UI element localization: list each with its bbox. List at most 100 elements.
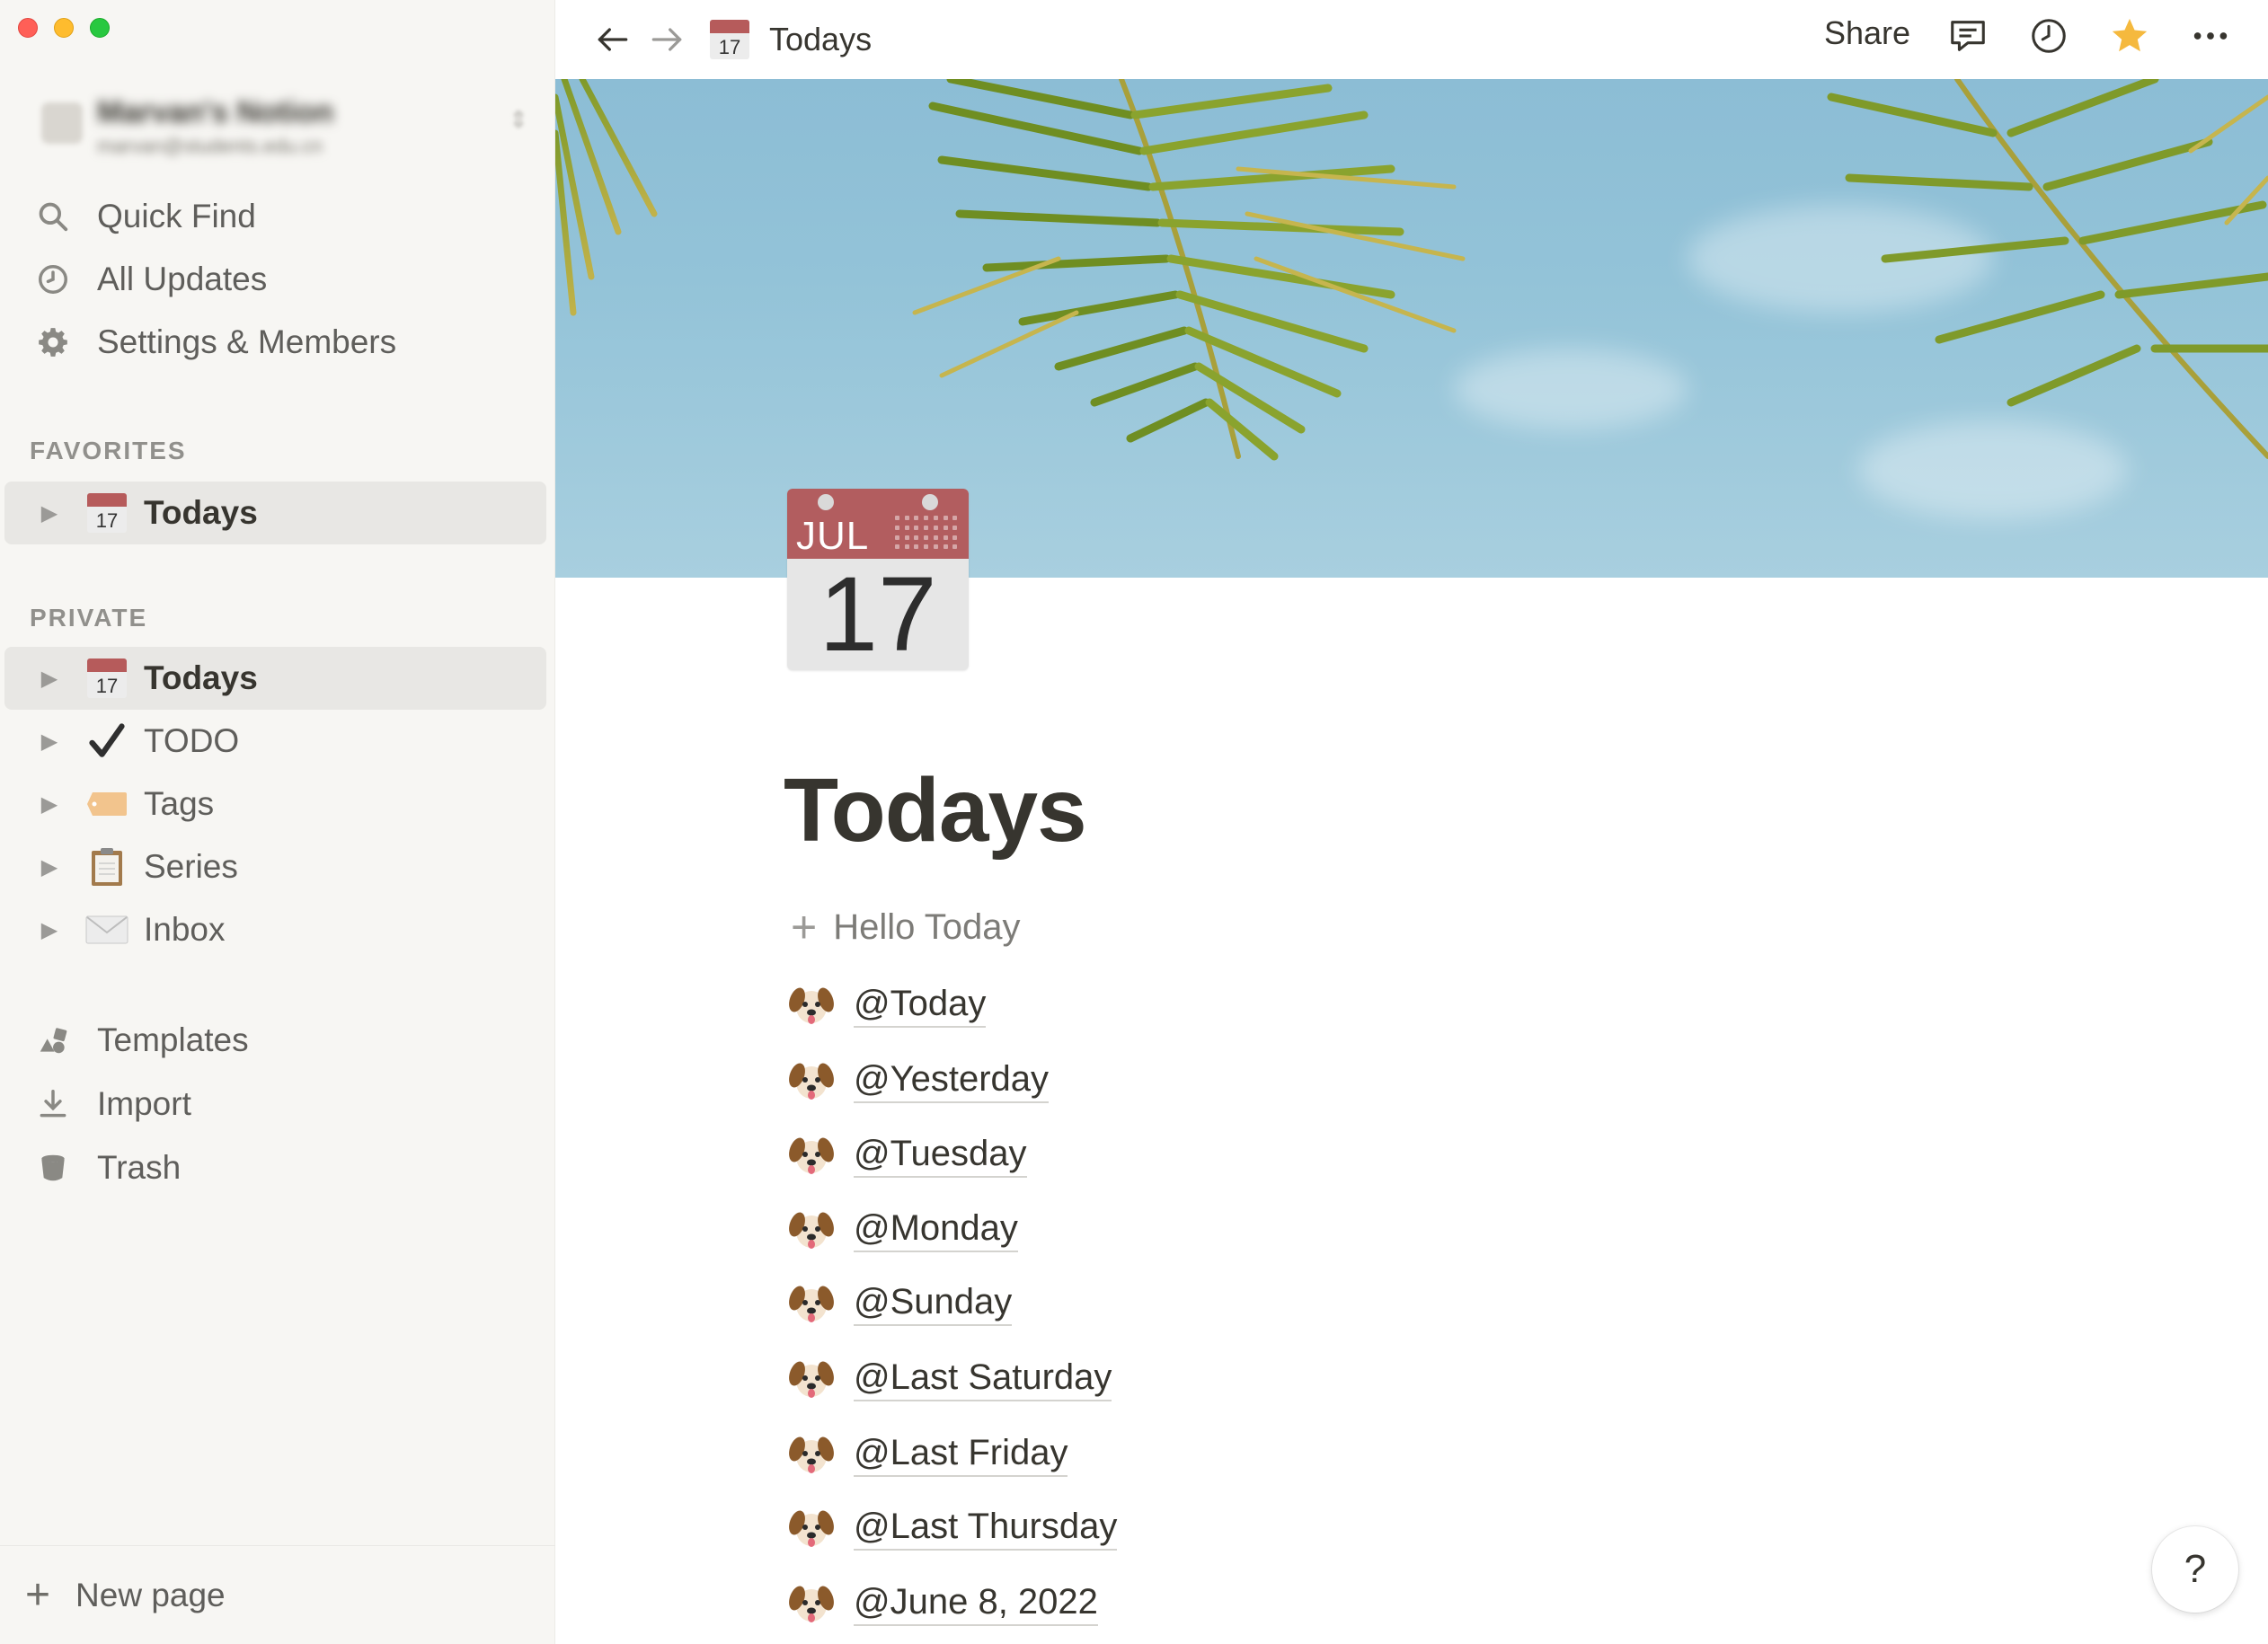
help-button[interactable]: ?: [2152, 1526, 2238, 1613]
sidebar-item-quick-find[interactable]: Quick Find: [0, 190, 555, 243]
close-window-button[interactable]: [18, 18, 38, 38]
sidebar-item-label: All Updates: [97, 261, 268, 297]
mention-row: @Last Thursday: [787, 1500, 1118, 1554]
sidebar-page-label: Inbox: [144, 911, 226, 948]
share-button[interactable]: Share: [1824, 14, 1910, 52]
plus-icon: +: [25, 1571, 51, 1619]
dog-face-icon: [789, 1436, 834, 1473]
new-page-label: New page: [75, 1576, 226, 1613]
expand-triangle-icon[interactable]: ▶: [27, 917, 72, 943]
clock-icon: [2032, 19, 2066, 53]
expand-triangle-icon[interactable]: ▶: [27, 791, 72, 818]
arrow-right-icon: [651, 28, 682, 51]
template-button[interactable]: + Hello Today: [791, 901, 1020, 953]
sidebar-item-label: Import: [97, 1085, 191, 1122]
page-mention-link[interactable]: @Last Friday: [854, 1430, 1068, 1477]
breadcrumb[interactable]: 17 Todays: [710, 13, 872, 66]
page-mention-link[interactable]: @June 8, 2022: [854, 1579, 1098, 1626]
sidebar-page-label: TODO: [144, 722, 240, 759]
sidebar-page-label: Todays: [144, 494, 258, 531]
star-icon: [2112, 18, 2148, 52]
workspace-switcher[interactable]: Marvan's Notion marvan@students.edu.cn ⇕: [32, 90, 536, 162]
back-button[interactable]: [586, 13, 640, 66]
private-section-label[interactable]: PRIVATE: [30, 604, 147, 632]
dog-face-icon: [789, 987, 834, 1024]
page-mention-link[interactable]: @Today: [854, 981, 987, 1028]
sidebar-page-label: Todays: [144, 659, 258, 696]
sidebar-item-all-updates[interactable]: All Updates: [0, 252, 555, 306]
window-controls: [18, 18, 110, 38]
dog-face-icon: [789, 1286, 834, 1322]
sidebar-item-label: Settings & Members: [97, 323, 397, 360]
ellipsis-icon: [2193, 32, 2228, 40]
page-mention-link[interactable]: @Monday: [854, 1206, 1018, 1252]
page-icon-calendar[interactable]: JUL 17: [787, 489, 969, 670]
expand-triangle-icon[interactable]: ▶: [27, 666, 72, 692]
expand-triangle-icon[interactable]: ▶: [27, 500, 72, 526]
sidebar-item-import[interactable]: Import: [0, 1077, 555, 1131]
sidebar-item-label: Trash: [97, 1149, 182, 1186]
sidebar-item-label: Quick Find: [97, 198, 256, 234]
mention-row: @Last Saturday: [787, 1351, 1112, 1405]
expand-triangle-icon[interactable]: ▶: [27, 854, 72, 880]
page-mention-link[interactable]: @Last Saturday: [854, 1355, 1112, 1401]
page-title[interactable]: Todays: [784, 759, 1087, 862]
sidebar-page-label: Tags: [144, 785, 215, 822]
calendar-day: 17: [819, 555, 937, 670]
forward-button[interactable]: [640, 13, 694, 66]
page-mention-link[interactable]: @Yesterday: [854, 1056, 1050, 1103]
workspace-email: marvan@students.edu.cn: [97, 135, 323, 157]
sidebar-item-trash[interactable]: Trash: [0, 1141, 555, 1195]
envelope-icon: [84, 907, 129, 952]
clipboard-icon: [84, 844, 129, 889]
topbar: 17 Todays Share: [555, 0, 2268, 79]
sidebar-item-label: Templates: [97, 1021, 249, 1058]
zoom-window-button[interactable]: [90, 18, 110, 38]
favorites-section-label[interactable]: FAVORITES: [30, 437, 187, 465]
new-page-button[interactable]: + New page: [0, 1545, 555, 1644]
mention-row: @Today: [787, 977, 987, 1031]
page-mention-link[interactable]: @Last Thursday: [854, 1504, 1118, 1551]
minimize-window-button[interactable]: [54, 18, 74, 38]
sidebar-page-series[interactable]: ▶ Series: [4, 835, 546, 898]
workspace-avatar: [41, 102, 83, 144]
dog-face-icon: [789, 1510, 834, 1547]
chevron-updown-icon: ⇕: [509, 106, 528, 133]
sidebar-page-inbox[interactable]: ▶ Inbox: [4, 898, 546, 961]
calendar-icon: 17: [710, 20, 749, 59]
sidebar-page-todo[interactable]: ▶ TODO: [4, 710, 546, 773]
mention-row: @Tuesday: [787, 1127, 1027, 1181]
search-icon: [34, 198, 72, 235]
gear-icon: [34, 323, 72, 361]
workspace-name: Marvan's Notion: [97, 95, 334, 129]
breadcrumb-page-title: Todays: [769, 21, 873, 57]
mention-row: @Monday: [787, 1202, 1018, 1256]
mention-row: @June 8, 2022: [787, 1576, 1098, 1630]
page-mention-link[interactable]: @Tuesday: [854, 1131, 1027, 1178]
sidebar-item-settings[interactable]: Settings & Members: [0, 315, 555, 369]
mention-row: @Yesterday: [787, 1053, 1050, 1107]
sidebar-page-todays[interactable]: ▶ 17 Todays: [4, 647, 546, 710]
arrow-left-icon: [598, 28, 628, 51]
favorite-button[interactable]: [2104, 11, 2155, 61]
comments-button[interactable]: [1943, 11, 1993, 61]
dog-face-icon: [789, 1586, 834, 1622]
sidebar-page-tags[interactable]: ▶ Tags: [4, 773, 546, 835]
more-options-button[interactable]: [2185, 11, 2236, 61]
page-mention-link[interactable]: @Sunday: [854, 1279, 1013, 1326]
calendar-mini-grid: [895, 516, 960, 552]
trash-icon: [34, 1149, 72, 1187]
sidebar-item-templates[interactable]: Templates: [0, 1013, 555, 1067]
tag-icon: [84, 782, 129, 826]
dog-face-icon: [789, 1063, 834, 1100]
updates-button[interactable]: [2024, 11, 2074, 61]
calendar-icon: 17: [84, 491, 129, 535]
sidebar-page-todays-favorite[interactable]: ▶ 17 Todays: [4, 482, 546, 544]
mention-row: @Sunday: [787, 1276, 1013, 1330]
comment-icon: [1951, 21, 1985, 51]
expand-triangle-icon[interactable]: ▶: [27, 729, 72, 755]
dog-face-icon: [789, 1137, 834, 1174]
sidebar-page-label: Series: [144, 848, 238, 885]
plus-icon: +: [791, 902, 818, 952]
clock-icon: [34, 261, 72, 298]
